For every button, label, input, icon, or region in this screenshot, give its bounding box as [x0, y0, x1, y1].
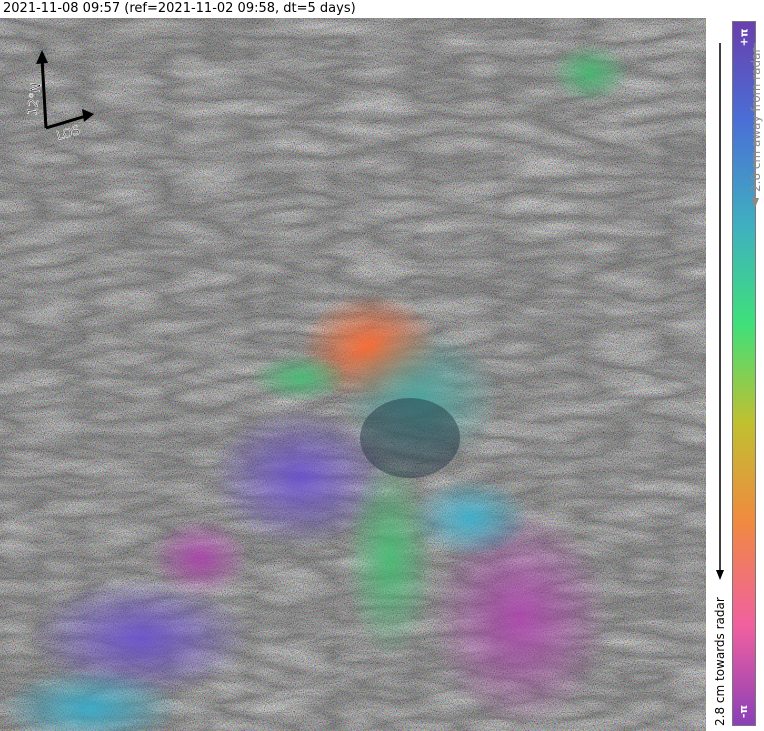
colorbar-towards-label: 2.8 cm towards radar — [713, 597, 727, 726]
north-arrow-indicator: 12°N LOS — [24, 48, 104, 148]
los-arrow-head — [82, 109, 94, 122]
north-arrow-head — [36, 50, 48, 64]
los-label: LOS — [55, 123, 81, 143]
colorbar-bottom-label: -π — [737, 704, 751, 718]
interferogram-image — [0, 18, 706, 731]
image-title: 2021-11-08 09:57 (ref=2021-11-02 09:58, … — [3, 1, 356, 16]
north-label: 12°N — [25, 82, 44, 117]
colorbar-away-label: 2.8 cm away from radar — [749, 47, 763, 192]
